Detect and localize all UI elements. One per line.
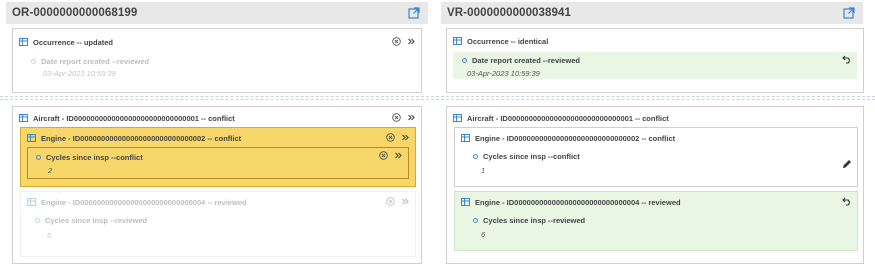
- right-occurrence-field: Date report created --reviewed 03-Apr-20…: [453, 52, 857, 79]
- field-value: 1: [481, 166, 486, 175]
- field-value: 03-Apr-2023 10:59:39: [43, 69, 116, 78]
- field-label: Date report created --reviewed: [31, 57, 149, 66]
- field-label: Cycles since insp --conflict: [473, 152, 580, 161]
- left-occurrence-field: Date report created --reviewed 03-Apr-20…: [31, 57, 149, 78]
- field-label: Cycles since insp --reviewed: [473, 216, 585, 225]
- field-value: 6: [47, 231, 52, 240]
- external-link-icon[interactable]: [843, 7, 855, 19]
- field-value: 03-Apr-2023 10:59:39: [467, 69, 540, 78]
- status-dot-icon: [473, 218, 478, 223]
- left-record-title: OR-0000000000068199: [12, 7, 138, 19]
- grid-icon: [453, 114, 462, 122]
- left-record-header: OR-0000000000068199: [6, 2, 428, 24]
- right-record-header: VR-0000000000038941: [441, 2, 863, 24]
- clear-circle-icon[interactable]: [386, 133, 395, 142]
- clear-circle-icon[interactable]: [386, 197, 395, 206]
- right-occurrence-panel: Occurrence -- identical Date report crea…: [446, 28, 864, 93]
- double-chevron-right-icon[interactable]: [407, 113, 416, 122]
- grid-icon: [19, 38, 28, 46]
- field-label: Date report created --reviewed: [462, 56, 580, 65]
- right-aircraft-panel: Aircraft - ID000000000000000000000000000…: [446, 106, 864, 264]
- clear-circle-icon[interactable]: [392, 113, 401, 122]
- field-value: 2: [48, 166, 53, 175]
- clear-circle-icon[interactable]: [379, 151, 388, 160]
- status-dot-icon: [36, 155, 41, 160]
- left-engine2-header: Engine - ID00000000000000000000000000000…: [21, 193, 415, 211]
- left-engine1-panel: Engine - ID00000000000000000000000000000…: [20, 127, 416, 187]
- left-aircraft-panel: Aircraft - ID000000000000000000000000000…: [12, 106, 422, 264]
- status-dot-icon: [462, 58, 467, 63]
- grid-icon: [461, 134, 470, 142]
- section-divider: [0, 96, 875, 97]
- left-aircraft-header: Aircraft - ID000000000000000000000000000…: [13, 109, 421, 127]
- right-occurrence-header: Occurrence -- identical: [447, 32, 863, 50]
- clear-circle-icon[interactable]: [392, 37, 401, 46]
- right-engine2-title: Engine - ID00000000000000000000000000000…: [475, 197, 681, 207]
- undo-icon[interactable]: [842, 55, 852, 64]
- left-aircraft-title: Aircraft - ID000000000000000000000000000…: [33, 113, 235, 123]
- undo-icon[interactable]: [842, 197, 852, 206]
- field-label: Cycles since insp --reviewed: [35, 216, 147, 225]
- left-occurrence-title: Occurrence -- updated: [33, 37, 114, 47]
- left-occurrence-panel: Occurrence -- updated Date report create…: [12, 28, 422, 93]
- section-divider: [0, 99, 875, 100]
- left-engine1-title: Engine - ID00000000000000000000000000000…: [41, 133, 242, 143]
- grid-icon: [27, 134, 36, 142]
- right-engine2-header: Engine - ID00000000000000000000000000000…: [455, 193, 857, 211]
- right-engine1-title: Engine - ID00000000000000000000000000000…: [475, 133, 676, 143]
- right-record-title: VR-0000000000038941: [447, 7, 572, 19]
- right-aircraft-header: Aircraft - ID000000000000000000000000000…: [447, 109, 863, 127]
- left-engine1-header: Engine - ID00000000000000000000000000000…: [21, 129, 415, 147]
- right-engine1-header: Engine - ID00000000000000000000000000000…: [455, 129, 857, 147]
- right-occurrence-title: Occurrence -- identical: [467, 36, 549, 46]
- double-chevron-right-icon[interactable]: [407, 37, 416, 46]
- grid-icon: [453, 37, 462, 45]
- right-engine1-panel: Engine - ID00000000000000000000000000000…: [454, 127, 858, 187]
- double-chevron-right-icon[interactable]: [401, 133, 410, 142]
- external-link-icon[interactable]: [408, 7, 420, 19]
- pencil-icon[interactable]: [842, 159, 852, 169]
- grid-icon: [461, 198, 470, 206]
- status-dot-icon: [31, 59, 36, 64]
- right-aircraft-title: Aircraft - ID000000000000000000000000000…: [467, 113, 669, 123]
- left-engine2-panel: Engine - ID00000000000000000000000000000…: [20, 191, 416, 257]
- double-chevron-right-icon[interactable]: [394, 151, 403, 160]
- left-engine1-field-panel: Cycles since insp --conflict 2: [27, 147, 409, 179]
- grid-icon: [27, 198, 36, 206]
- left-record-column: OR-0000000000068199: [6, 2, 428, 24]
- status-dot-icon: [473, 154, 478, 159]
- left-occurrence-header: Occurrence -- updated: [13, 33, 421, 51]
- grid-icon: [19, 114, 28, 122]
- field-label: Cycles since insp --conflict: [36, 153, 143, 162]
- double-chevron-right-icon[interactable]: [401, 197, 410, 206]
- field-value: 6: [481, 230, 486, 239]
- left-engine2-title: Engine - ID00000000000000000000000000000…: [41, 197, 247, 207]
- right-engine2-panel: Engine - ID00000000000000000000000000000…: [454, 191, 858, 251]
- status-dot-icon: [35, 218, 40, 223]
- right-record-column: VR-0000000000038941: [441, 2, 863, 24]
